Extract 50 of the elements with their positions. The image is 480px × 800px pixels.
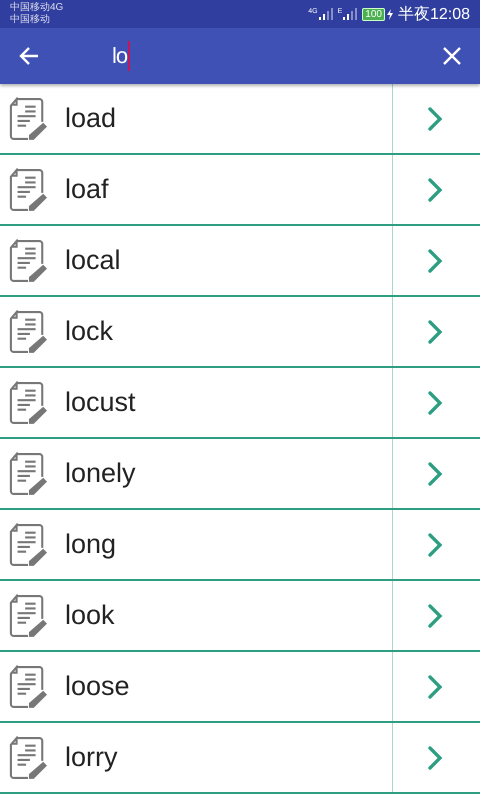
document-pencil-icon: [9, 594, 47, 638]
result-row[interactable]: long: [0, 510, 480, 581]
chevron-right-icon: [426, 248, 442, 274]
result-word: lock: [65, 316, 114, 347]
signal-icon: [318, 8, 333, 20]
chevron-right-icon: [426, 744, 442, 770]
result-row[interactable]: locust: [0, 368, 480, 439]
result-word: long: [65, 529, 116, 560]
clock-time: 半夜12:08: [398, 4, 470, 24]
document-pencil-icon: [9, 452, 47, 496]
document-pencil-icon: [9, 664, 47, 708]
chevron-right-icon: [426, 176, 442, 202]
search-field[interactable]: lo: [112, 43, 128, 69]
chevron-right-icon: [426, 602, 442, 628]
result-row[interactable]: load: [0, 84, 480, 155]
result-word: loaf: [65, 174, 109, 205]
result-row[interactable]: lonely: [0, 439, 480, 510]
result-word: locust: [65, 387, 136, 418]
result-row[interactable]: loose: [0, 652, 480, 723]
result-word: local: [65, 245, 121, 276]
document-pencil-icon: [9, 522, 47, 566]
carrier-label: 中国移动: [10, 14, 51, 26]
result-word: lonely: [65, 458, 136, 489]
document-pencil-icon: [9, 736, 47, 780]
result-row[interactable]: look: [0, 581, 480, 652]
text-cursor: [128, 41, 130, 71]
chevron-right-icon: [426, 460, 442, 486]
result-row[interactable]: lock: [0, 297, 480, 368]
result-row[interactable]: lorry: [0, 723, 480, 794]
document-pencil-icon: [9, 96, 47, 140]
back-arrow-icon: [18, 45, 40, 67]
signal-icon: [343, 8, 358, 20]
carrier-label: 中国移动4G: [10, 2, 64, 14]
result-row[interactable]: local: [0, 226, 480, 297]
document-pencil-icon: [9, 380, 47, 424]
result-row[interactable]: loaf: [0, 155, 480, 226]
battery-indicator: 100: [362, 8, 385, 20]
chevron-right-icon: [426, 390, 442, 416]
result-word: load: [65, 103, 116, 134]
document-pencil-icon: [9, 168, 47, 212]
close-icon: [442, 46, 462, 66]
chevron-right-icon: [426, 674, 442, 700]
document-pencil-icon: [9, 238, 47, 282]
chevron-right-icon: [426, 532, 442, 558]
result-word: lorry: [65, 742, 118, 773]
result-word: look: [65, 600, 115, 631]
chevron-right-icon: [426, 318, 442, 344]
result-word: loose: [65, 671, 130, 702]
chevron-right-icon: [426, 106, 442, 132]
document-pencil-icon: [9, 310, 47, 354]
